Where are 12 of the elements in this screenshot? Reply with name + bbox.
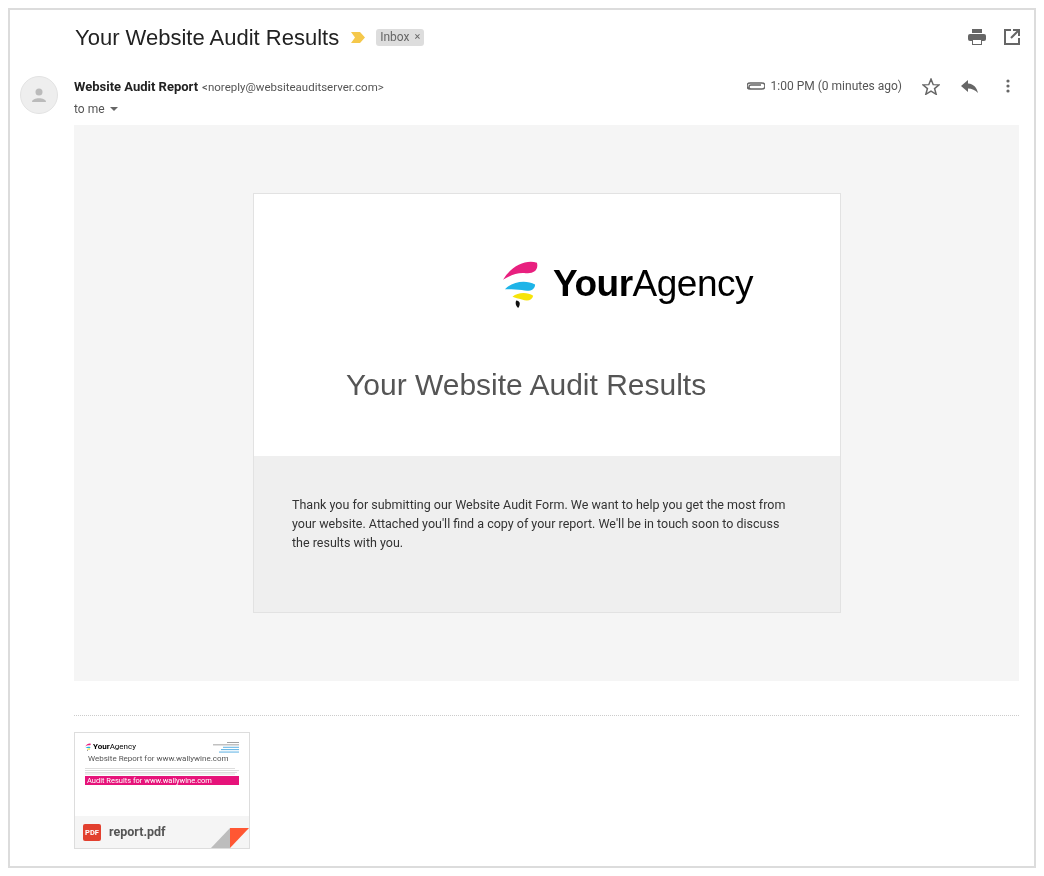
email-subject: Your Website Audit Results [75,23,340,52]
message-heading: Your Website Audit Results [346,366,708,403]
message-paragraph: Thank you for submitting our Website Audit Form. We want to help you get the most from your website. Attached you'll find a copy of your report. We'll be in touch soon to discuss the results with you. [292,496,787,552]
email-time: 1:00 PM (0 minutes ago) [770,78,902,95]
recipient-dropdown[interactable]: to me [74,99,384,118]
sender-email: <noreply@websiteauditserver.com> [202,79,384,96]
preview-logo-text: YourAgency [93,742,136,751]
sender-name: Website Audit Report [74,78,199,96]
preview-title: Website Report for www.wallywine.com [88,753,230,765]
agency-logo-text: YourAgency [553,262,753,306]
attachment-file-name: report.pdf [109,823,166,842]
inbox-label[interactable]: Inbox × [376,28,425,46]
